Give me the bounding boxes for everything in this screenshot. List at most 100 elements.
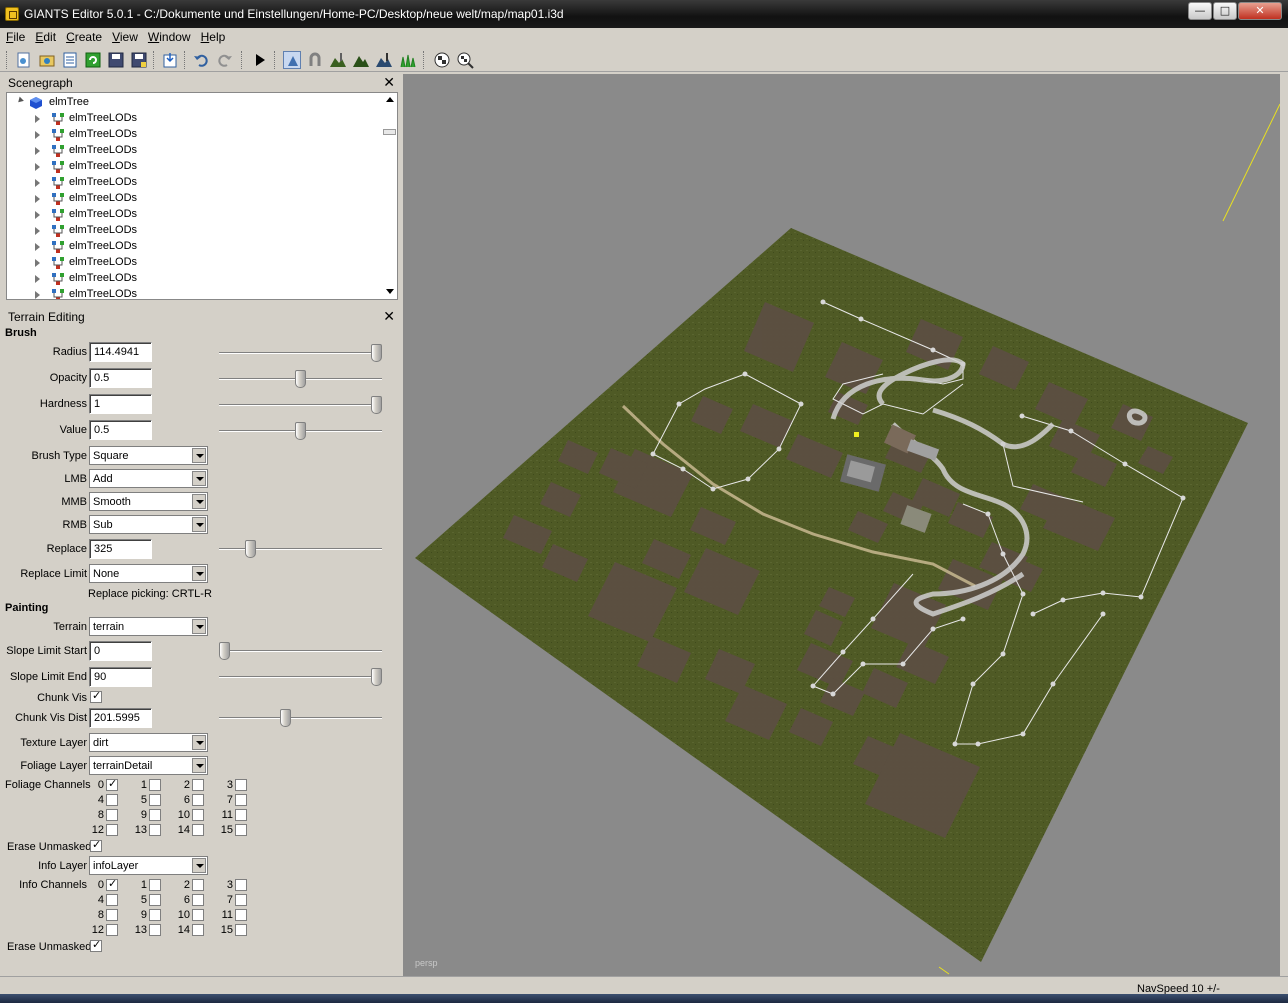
texture-layer-select[interactable]: dirt [89,733,208,752]
tree-node[interactable]: elmTreeLODs [33,127,373,143]
slope-limit-end-slider[interactable] [219,668,382,686]
slider-thumb[interactable] [280,709,291,727]
channel-checkbox[interactable] [235,924,247,936]
tree-node[interactable]: elmTreeLODs [33,159,373,175]
channel-checkbox[interactable] [192,779,204,791]
channel-checkbox[interactable] [192,809,204,821]
channel-checkbox[interactable] [106,777,118,791]
chevron-down-icon[interactable] [192,448,206,463]
chunk-vis-checkbox[interactable] [90,689,102,703]
expand-arrow-icon[interactable] [35,275,40,283]
minimize-button[interactable]: — [1188,2,1212,20]
menu-window[interactable]: Window [142,28,195,44]
info-layer-select[interactable]: infoLayer [89,856,208,875]
expand-arrow-icon[interactable] [35,291,40,299]
radius-slider[interactable] [219,344,382,362]
expand-arrow-icon[interactable] [35,259,40,267]
terrain-smooth-icon[interactable] [375,51,393,69]
channel-checkbox[interactable] [106,924,118,936]
opacity-input[interactable]: 0.5 [89,368,152,388]
chevron-down-icon[interactable] [192,517,206,532]
mmb-select[interactable]: Smooth [89,492,208,511]
foliage-paint-icon[interactable] [398,51,416,69]
channel-checkbox[interactable] [149,824,161,836]
select-icon[interactable] [283,51,301,69]
menu-edit[interactable]: Edit [29,28,60,44]
channel-checkbox[interactable] [235,879,247,891]
chevron-down-icon[interactable] [192,858,206,873]
slope-limit-end-input[interactable]: 90 [89,667,152,687]
expand-arrow-icon[interactable] [35,147,40,155]
replace-input[interactable]: 325 [89,539,152,559]
open-icon[interactable] [38,51,56,69]
channel-checkbox[interactable] [106,909,118,921]
replace-slider[interactable] [219,540,382,558]
channel-checkbox[interactable] [149,779,161,791]
terrain-sculpt-icon[interactable] [329,51,347,69]
channel-checkbox[interactable] [149,794,161,806]
foliage-layer-select[interactable]: terrainDetail [89,756,208,775]
menu-help[interactable]: Help [195,28,230,44]
replace-limit-select[interactable]: None [89,564,208,583]
chevron-down-icon[interactable] [192,471,206,486]
hardness-input[interactable]: 1 [89,394,152,414]
scroll-up-icon[interactable] [386,97,394,102]
channel-checkbox[interactable] [149,809,161,821]
maximize-button[interactable]: □ [1213,2,1237,20]
close-panel-icon[interactable]: ✕ [383,308,395,325]
slider-thumb[interactable] [245,540,256,558]
tree-node[interactable]: elmTreeLODs [33,239,373,255]
chunk-vis-dist-input[interactable]: 201.5995 [89,708,152,728]
tree-node[interactable]: elmTreeLODs [33,143,373,159]
channel-checkbox[interactable] [235,909,247,921]
channel-checkbox[interactable] [235,779,247,791]
scroll-thumb[interactable] [383,129,396,135]
channel-checkbox[interactable] [149,909,161,921]
tree-node[interactable]: elmTreeLODs [33,111,373,127]
expand-arrow-icon[interactable] [35,115,40,123]
channel-checkbox[interactable] [235,809,247,821]
channel-checkbox[interactable] [192,924,204,936]
slider-thumb[interactable] [371,668,382,686]
tree-node[interactable]: elmTreeLODs [33,223,373,239]
tree-node[interactable]: elmTreeLODs [33,287,373,299]
slider-thumb[interactable] [371,396,382,414]
channel-checkbox[interactable] [106,794,118,806]
channel-checkbox[interactable] [192,909,204,921]
channel-checkbox[interactable] [192,824,204,836]
search-checker-icon[interactable] [456,51,474,69]
chevron-down-icon[interactable] [192,494,206,509]
reload-icon[interactable] [84,51,102,69]
channel-checkbox[interactable] [106,894,118,906]
channel-checkbox[interactable] [106,877,118,891]
expand-arrow-icon[interactable] [35,131,40,139]
menu-file[interactable]: File [0,28,29,44]
magnet-icon[interactable] [306,51,324,69]
tree-node[interactable]: elmTreeLODs [33,175,373,191]
erase-unmasked-checkbox[interactable] [90,938,102,952]
channel-checkbox[interactable] [192,794,204,806]
expand-arrow-icon[interactable] [35,243,40,251]
undo-icon[interactable] [192,51,210,69]
slider-thumb[interactable] [295,422,306,440]
slider-thumb[interactable] [295,370,306,388]
3d-viewport[interactable]: persp [403,74,1280,976]
channel-checkbox[interactable] [192,894,204,906]
save-as-icon[interactable] [130,51,148,69]
radius-input[interactable]: 114.4941 [89,342,152,362]
tree-node[interactable]: elmTreeLODs [33,191,373,207]
menu-view[interactable]: View [106,28,142,44]
value-slider[interactable] [219,422,382,440]
value-input[interactable]: 0.5 [89,420,152,440]
redo-icon[interactable] [216,51,234,69]
channel-checkbox[interactable] [235,824,247,836]
new-scene-icon[interactable] [15,51,33,69]
slider-thumb[interactable] [219,642,230,660]
scenegraph-tree[interactable]: elmTree elmTreeLODs elmTreeLODs elmTreeLOD… [6,92,398,300]
close-panel-icon[interactable]: ✕ [383,74,395,91]
expand-arrow-icon[interactable] [35,211,40,219]
chevron-down-icon[interactable] [192,566,206,581]
hardness-slider[interactable] [219,396,382,414]
lmb-select[interactable]: Add [89,469,208,488]
checker-icon[interactable] [433,51,451,69]
